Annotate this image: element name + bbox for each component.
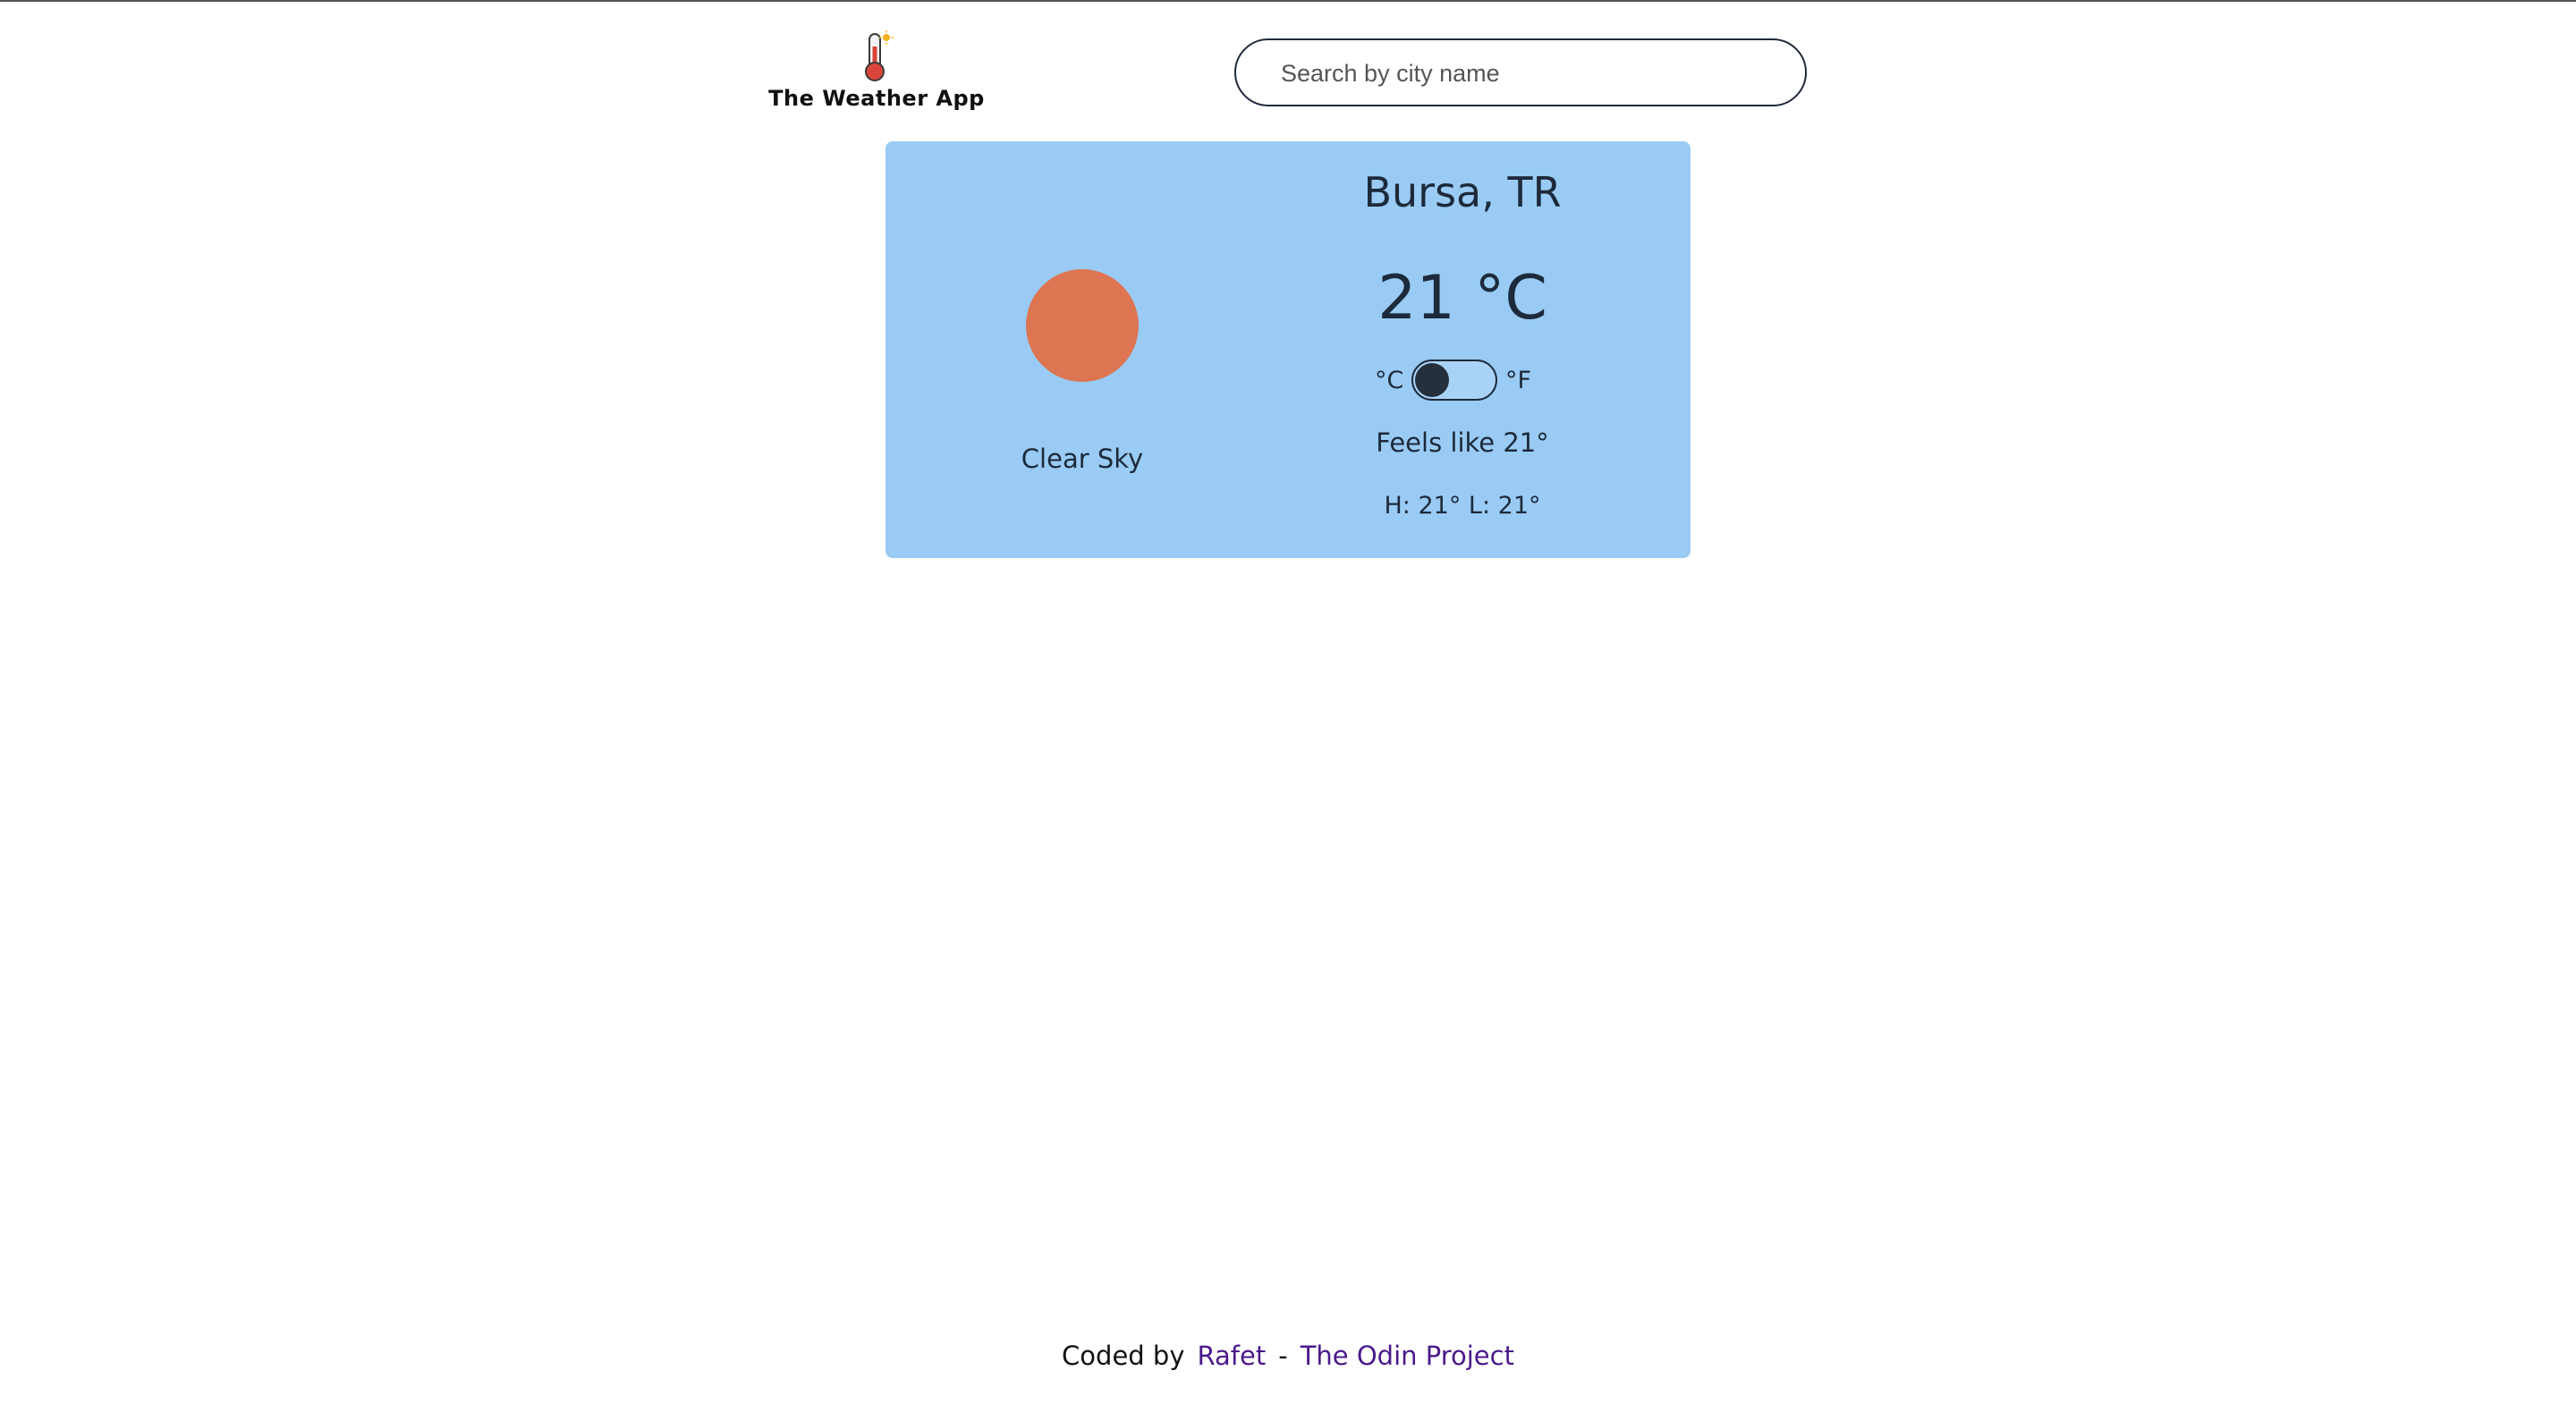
fahrenheit-label: °F: [1505, 367, 1532, 394]
feels-like: Feels like 21°: [1376, 427, 1549, 458]
page: The Weather App Clear Sky Bursa, TR 21 °…: [0, 0, 2576, 1413]
footer: Coded by Rafet - The Odin Project: [0, 1341, 2576, 1371]
weather-condition: Clear Sky: [1021, 444, 1144, 474]
unit-toggle[interactable]: [1411, 360, 1497, 401]
author-link[interactable]: Rafet: [1198, 1341, 1267, 1371]
search-input[interactable]: [1279, 40, 1784, 106]
sun-icon: [1026, 269, 1139, 382]
app-logo[interactable]: The Weather App: [765, 27, 988, 116]
toggle-knob: [1415, 363, 1449, 397]
temperature: 21 °C: [1377, 263, 1547, 334]
unit-switch-row: °C °F: [1279, 360, 1646, 404]
odin-project-link[interactable]: The Odin Project: [1301, 1341, 1514, 1371]
high-low: H: 21° L: 21°: [1384, 492, 1541, 520]
thermometer-sun-icon: [865, 30, 894, 81]
search-box[interactable]: [1234, 38, 1807, 106]
coded-by-label: Coded by: [1062, 1341, 1185, 1371]
footer-separator: -: [1278, 1341, 1288, 1371]
app-title: The Weather App: [768, 86, 985, 111]
celsius-label: °C: [1375, 367, 1404, 394]
weather-card: Clear Sky Bursa, TR 21 °C °C °F Feels li…: [886, 141, 1690, 558]
location-name: Bursa, TR: [1363, 168, 1562, 216]
